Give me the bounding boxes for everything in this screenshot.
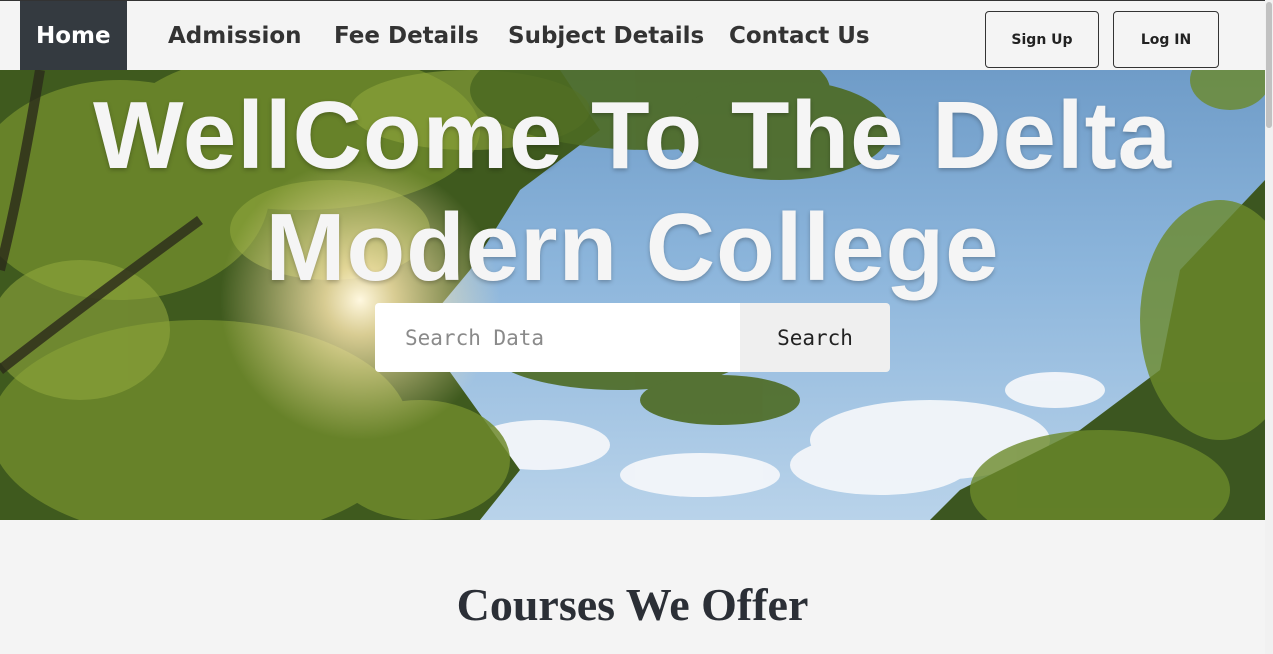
- page-scrollbar[interactable]: [1265, 0, 1273, 654]
- nav-subject-details-link[interactable]: Subject Details: [508, 1, 704, 71]
- courses-section: Courses We Offer: [0, 520, 1265, 654]
- hero-banner: WellCome To The Delta Modern College Sea…: [0, 70, 1265, 520]
- search-bar: Search: [375, 303, 890, 372]
- hero-title-line-1: WellCome To The Delta: [93, 82, 1172, 189]
- nav-home-link[interactable]: Home: [20, 1, 127, 70]
- hero-title-line-2: Modern College: [265, 194, 1000, 301]
- nav-contact-us-link[interactable]: Contact Us: [729, 1, 870, 71]
- sign-up-button[interactable]: Sign Up: [985, 11, 1099, 68]
- log-in-button[interactable]: Log IN: [1113, 11, 1219, 68]
- search-input[interactable]: [375, 303, 740, 372]
- nav-fee-details-link[interactable]: Fee Details: [334, 1, 479, 71]
- hero-title: WellCome To The Delta Modern College: [0, 80, 1265, 304]
- top-navbar: Home Admission Fee Details Subject Detai…: [0, 0, 1265, 70]
- nav-admission-link[interactable]: Admission: [168, 1, 302, 71]
- courses-heading: Courses We Offer: [456, 579, 809, 630]
- scrollbar-thumb[interactable]: [1266, 2, 1272, 128]
- search-button[interactable]: Search: [740, 303, 890, 372]
